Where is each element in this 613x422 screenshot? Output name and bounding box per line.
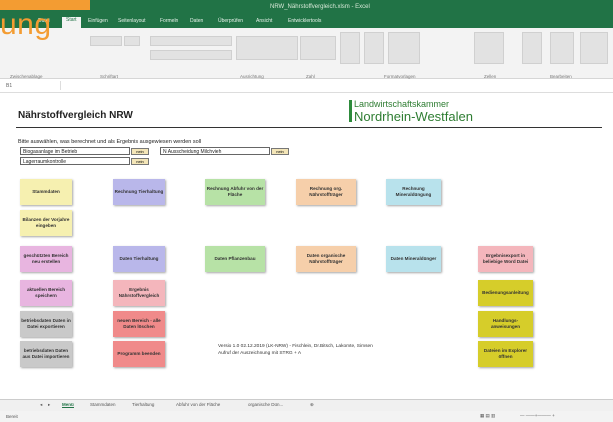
sheet-tab-tierhaltung[interactable]: Tierhaltung <box>132 402 154 407</box>
sheet-nav-right-icon[interactable]: ▸ <box>48 402 50 408</box>
geschuetzten-bereich-button[interactable]: geschützten Bereich neu erstellen <box>20 246 72 272</box>
sheet-tab-menu[interactable]: Menü <box>62 402 74 408</box>
ergebnis-vergleich-button[interactable]: Ergebnis Nährstoffvergleich <box>113 280 165 306</box>
sheet-tab-abfuhr[interactable]: Abfuhr von der Fläche <box>176 402 220 407</box>
tab-ueberpruefen[interactable]: Überprüfen <box>218 18 243 24</box>
n-ausscheidung-field[interactable]: N Ausscheidung Milchvieh <box>160 147 270 155</box>
daten-importieren-button[interactable]: betriebsdaten Daten aus Datei importiere… <box>20 341 72 367</box>
programm-beenden-button[interactable]: Programm beenden <box>113 341 165 367</box>
lagerraum-field[interactable]: Lagerraumkontrolle <box>20 157 130 165</box>
daten-org-button[interactable]: Daten organische Nährstoffträger <box>296 246 356 272</box>
formula-input[interactable] <box>60 81 606 90</box>
rechnung-abfuhr-button[interactable]: Rechnung Abfuhr von der Fläche <box>205 179 265 205</box>
tab-entwicklertools[interactable]: Entwicklertools <box>288 18 321 24</box>
rechnung-mineral-button[interactable]: Rechnung Mineraldüngung <box>386 179 441 205</box>
formula-bar: B1 <box>0 80 613 93</box>
group-zahl: Zahl <box>306 74 315 79</box>
overlay-text: ung <box>0 8 52 41</box>
status-text: Bereit <box>6 414 18 419</box>
tab-formeln[interactable]: Formeln <box>160 18 178 24</box>
window-title: NRW_Nährstoffvergleich.xlsm - Excel <box>270 4 370 10</box>
version-note: Versio 1.0 02.12.2019 (LK-NRW) - Fischle… <box>218 343 438 357</box>
tab-start[interactable]: Start <box>62 17 81 28</box>
bilanzen-vorjahre-button[interactable]: Bilanzen der Vorjahre eingeben <box>20 210 72 236</box>
stammdaten-button[interactable]: Stammdaten <box>20 179 72 205</box>
ergebnisexport-button[interactable]: Ergebnisexport in beliebige Word Datei <box>478 246 533 272</box>
daten-tierhaltung-button[interactable]: Daten Tierhaltung <box>113 246 165 272</box>
tab-daten[interactable]: Daten <box>190 18 203 24</box>
rechnung-org-button[interactable]: Rechnung org. Nährstoffträger <box>296 179 356 205</box>
logo-mark <box>349 100 352 122</box>
cell-styles-icon[interactable] <box>388 32 420 64</box>
handlungsanweisungen-button[interactable]: Handlungs-anweisungen <box>478 311 533 337</box>
tab-einfuegen[interactable]: Einfügen <box>88 18 108 24</box>
add-sheet-icon[interactable]: ⊕ <box>310 402 314 408</box>
font-name-box[interactable] <box>90 36 122 46</box>
status-bar: Bereit ▦ ▤ ▥ — ——+——— + <box>0 411 613 422</box>
font-format-buttons[interactable] <box>150 36 232 46</box>
font-style-buttons[interactable] <box>150 50 232 60</box>
sheet-tab-stammdaten[interactable]: Stammdaten <box>90 402 116 407</box>
biogas-toggle[interactable]: nein <box>131 148 149 155</box>
sum-icon[interactable] <box>522 32 542 64</box>
tab-ansicht[interactable]: Ansicht <box>256 18 272 24</box>
daten-exportieren-button[interactable]: betriebsdaten Daten in Datei exportieren <box>20 311 72 337</box>
dateien-explorer-button[interactable]: Dateien im Explorer öffnen <box>478 341 533 367</box>
group-zellen: Zellen <box>484 74 497 79</box>
lagerraum-toggle[interactable]: nein <box>131 158 149 165</box>
title-bar: NRW_Nährstoffvergleich.xlsm - Excel <box>0 0 613 16</box>
find-select-icon[interactable] <box>580 32 608 64</box>
bedienungsanleitung-button[interactable]: Bedienungsanleitung <box>478 280 533 306</box>
sort-filter-icon[interactable] <box>550 32 574 64</box>
ribbon <box>0 28 613 79</box>
logo-line2: Nordrhein-Westfalen <box>354 109 473 124</box>
sheet-tab-organische[interactable]: organische Dün... <box>248 402 283 407</box>
divider <box>16 127 602 128</box>
name-box[interactable]: B1 <box>6 83 12 89</box>
page-title: Nährstoffvergleich NRW <box>18 110 133 121</box>
version-line: Versio 1.0 02.12.2019 (LK-NRW) - Fischle… <box>218 344 373 349</box>
conditional-format-icon[interactable] <box>340 32 360 64</box>
group-formatvorlagen: Formatvorlagen <box>384 74 416 79</box>
ribbon-tab-bar: Datei Start Einfügen Seitenlayout Formel… <box>0 16 613 28</box>
biogas-field[interactable]: Biogasanlage im Betrieb <box>20 147 130 155</box>
daten-mineral-button[interactable]: Daten Mineraldünger <box>386 246 441 272</box>
daten-pflanzenbau-button[interactable]: Daten Pflanzenbau <box>205 246 265 272</box>
group-ausrichtung: Ausrichtung <box>240 74 264 79</box>
cells-buttons[interactable] <box>474 32 504 64</box>
font-size-box[interactable] <box>124 36 140 46</box>
sheet-nav-left-icon[interactable]: ◂ <box>40 402 42 408</box>
rechnung-tierhaltung-button[interactable]: Rechnung Tierhaltung <box>113 179 165 205</box>
table-format-icon[interactable] <box>364 32 384 64</box>
n-ausscheidung-toggle[interactable]: nein <box>271 148 289 155</box>
instruction-text: Bitte auswählen, was berechnet und als E… <box>18 139 202 145</box>
group-zwischenablage: Zwischenablage <box>10 74 43 79</box>
view-buttons[interactable]: ▦ ▤ ▥ <box>480 413 495 419</box>
neuen-bereich-button[interactable]: neuen Bereich - alle Daten löschen <box>113 311 165 337</box>
number-format-buttons[interactable] <box>300 36 336 60</box>
aktuellen-bereich-button[interactable]: aktuellen Bereich speichern <box>20 280 72 306</box>
sheet-tab-bar: ◂ ▸ Menü Stammdaten Tierhaltung Abfuhr v… <box>0 399 613 411</box>
zoom-slider[interactable]: — ——+——— + <box>520 413 555 418</box>
group-bearbeiten: Bearbeiten <box>550 74 572 79</box>
alignment-buttons[interactable] <box>236 36 298 60</box>
group-schriftart: Schriftart <box>100 74 119 79</box>
tab-seitenlayout[interactable]: Seitenlayout <box>118 18 146 24</box>
shortcut-line: Aufruf der Auszeichnung mit STRG + A <box>218 351 302 357</box>
logo-line1: Landwirtschaftskammer <box>354 99 450 109</box>
